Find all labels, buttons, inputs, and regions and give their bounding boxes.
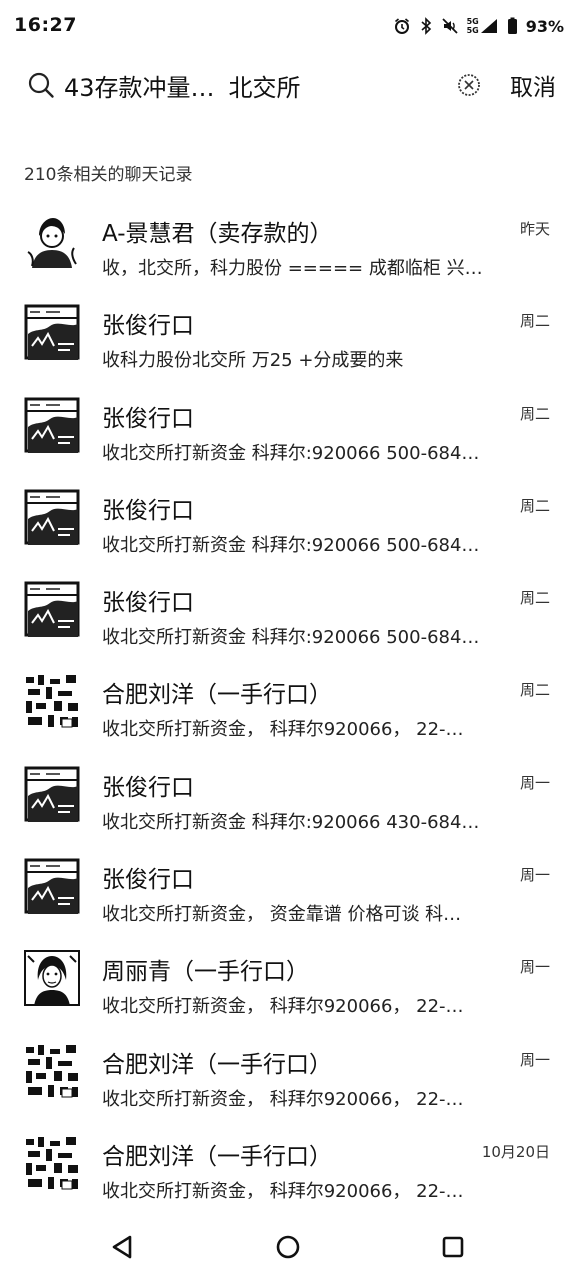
status-bar: 16:27 5G 5G 93%	[0, 0, 576, 54]
chat-date: 周一	[519, 958, 550, 977]
chat-result-item[interactable]: 张俊行口收北交所打新资金 科拜尔:920066 500-684… 周二	[0, 475, 576, 567]
chat-name: 合肥刘洋（一手行口）	[102, 682, 332, 709]
avatar	[24, 858, 80, 915]
chat-name: A-景慧君（卖存款的）	[102, 221, 333, 247]
alarm-icon	[393, 17, 411, 35]
chat-date: 周一	[519, 1050, 550, 1069]
search-icon[interactable]	[26, 70, 56, 100]
chat-name: 合肥刘洋（一手行口）	[102, 1143, 332, 1170]
search-input[interactable]: 43存款冲量… 北交所	[64, 68, 301, 103]
avatar	[24, 304, 80, 361]
avatar	[24, 673, 80, 730]
bluetooth-icon	[419, 17, 433, 35]
chat-result-item[interactable]: 合肥刘洋（一手行口） 收北交所打新资金， 科拜尔920066， 22-… 10月20…	[0, 1121, 576, 1213]
avatar	[24, 1042, 80, 1099]
chat-result-item[interactable]: 周丽青（一手行口） 收北交所打新资金， 科拜尔920066， 22-… 周一	[0, 936, 576, 1028]
mute-icon	[441, 17, 459, 35]
results-count: 210条相关的聊天记录	[24, 165, 193, 185]
chat-name: 合肥刘洋（一手行口）	[102, 1051, 332, 1078]
chat-date: 周二	[519, 681, 550, 700]
chat-result-item[interactable]: 张俊行口收北交所打新资金 科拜尔:920066 430-684… 周一	[0, 752, 576, 844]
message-snippet: 收北交所打新资金， 资金靠谱 价格可谈 科…	[102, 904, 462, 926]
chat-name: 张俊行口	[102, 590, 194, 617]
chat-result-item[interactable]: 张俊行口收北交所打新资金 科拜尔:920066 500-684… 周二	[0, 567, 576, 659]
chat-date: 周二	[519, 496, 550, 515]
chat-result-item[interactable]: 合肥刘洋（一手行口） 收北交所打新资金， 科拜尔920066， 22-… 周一	[0, 1029, 576, 1121]
chat-date: 周二	[519, 312, 550, 331]
battery-icon	[507, 17, 518, 35]
signal-icon: 5G 5G	[467, 17, 499, 35]
clear-search-icon[interactable]	[456, 72, 482, 98]
chat-name: 张俊行口	[102, 405, 194, 432]
system-nav-bar	[0, 1216, 576, 1280]
message-snippet: 收科力股份北交所 万25 +分成要的来	[102, 350, 404, 372]
chat-name: 张俊行口	[102, 497, 194, 524]
network-label-bottom: 5G	[466, 26, 479, 35]
chat-date: 周一	[519, 866, 550, 885]
cancel-button[interactable]: 取消	[510, 68, 556, 102]
chat-result-item[interactable]: 张俊行口收北交所打新资金， 资金靠谱 价格可谈 科… 周一	[0, 844, 576, 936]
status-icons: 5G 5G 93%	[393, 14, 564, 38]
chat-result-list: A-景慧君（卖存款的） 收，北交所，科力股份 ===== 成都临柜 兴… 昨天张俊行…	[0, 198, 576, 1213]
avatar	[24, 1134, 80, 1191]
chat-name: 周丽青（一手行口）	[102, 959, 309, 986]
chat-name: 张俊行口	[102, 774, 194, 801]
chat-date: 10月20日	[481, 1142, 550, 1161]
chat-date: 周一	[519, 773, 550, 792]
recents-square-icon[interactable]	[438, 1232, 468, 1262]
status-time: 16:27	[14, 14, 77, 36]
chat-result-item[interactable]: A-景慧君（卖存款的） 收，北交所，科力股份 ===== 成都临柜 兴… 昨天	[0, 198, 576, 290]
message-snippet: 收北交所打新资金， 科拜尔920066， 22-…	[102, 996, 464, 1018]
avatar	[24, 950, 80, 1007]
search-header: 43存款冲量… 北交所 取消	[0, 56, 576, 116]
chat-date: 昨天	[519, 220, 550, 238]
message-snippet: 收北交所打新资金， 科拜尔920066， 22-…	[102, 719, 464, 741]
avatar	[24, 765, 80, 822]
chat-date: 周二	[519, 404, 550, 423]
avatar	[24, 396, 80, 453]
avatar	[24, 581, 80, 638]
search-keyword-1: 43存款冲量…	[64, 74, 215, 102]
message-snippet: 收北交所打新资金 科拜尔:920066 500-684…	[102, 627, 480, 649]
message-snippet: 收北交所打新资金， 科拜尔920066， 22-…	[102, 1088, 464, 1110]
message-snippet: 收北交所打新资金， 科拜尔920066， 22-…	[102, 1180, 464, 1202]
home-circle-icon[interactable]	[273, 1232, 303, 1262]
message-snippet: 收北交所打新资金 科拜尔:920066 500-684…	[102, 534, 480, 556]
network-label-top: 5G	[466, 17, 479, 26]
chat-name: 张俊行口	[102, 313, 194, 340]
chat-result-item[interactable]: 张俊行口收科力股份北交所 万25 +分成要的来 周二	[0, 290, 576, 382]
search-keyword-2: 北交所	[228, 74, 301, 102]
avatar	[24, 488, 80, 545]
battery-percent: 93%	[525, 16, 564, 36]
message-snippet: 收，北交所，科力股份 ===== 成都临柜 兴…	[102, 258, 483, 279]
chat-date: 周二	[519, 589, 550, 608]
back-triangle-icon[interactable]	[108, 1232, 138, 1262]
message-snippet: 收北交所打新资金 科拜尔:920066 500-684…	[102, 442, 480, 464]
message-snippet: 收北交所打新资金 科拜尔:920066 430-684…	[102, 811, 480, 833]
chat-name: 张俊行口	[102, 867, 194, 894]
chat-result-item[interactable]: 张俊行口收北交所打新资金 科拜尔:920066 500-684… 周二	[0, 383, 576, 475]
chat-result-item[interactable]: 合肥刘洋（一手行口） 收北交所打新资金， 科拜尔920066， 22-… 周二	[0, 659, 576, 751]
avatar	[24, 212, 80, 268]
